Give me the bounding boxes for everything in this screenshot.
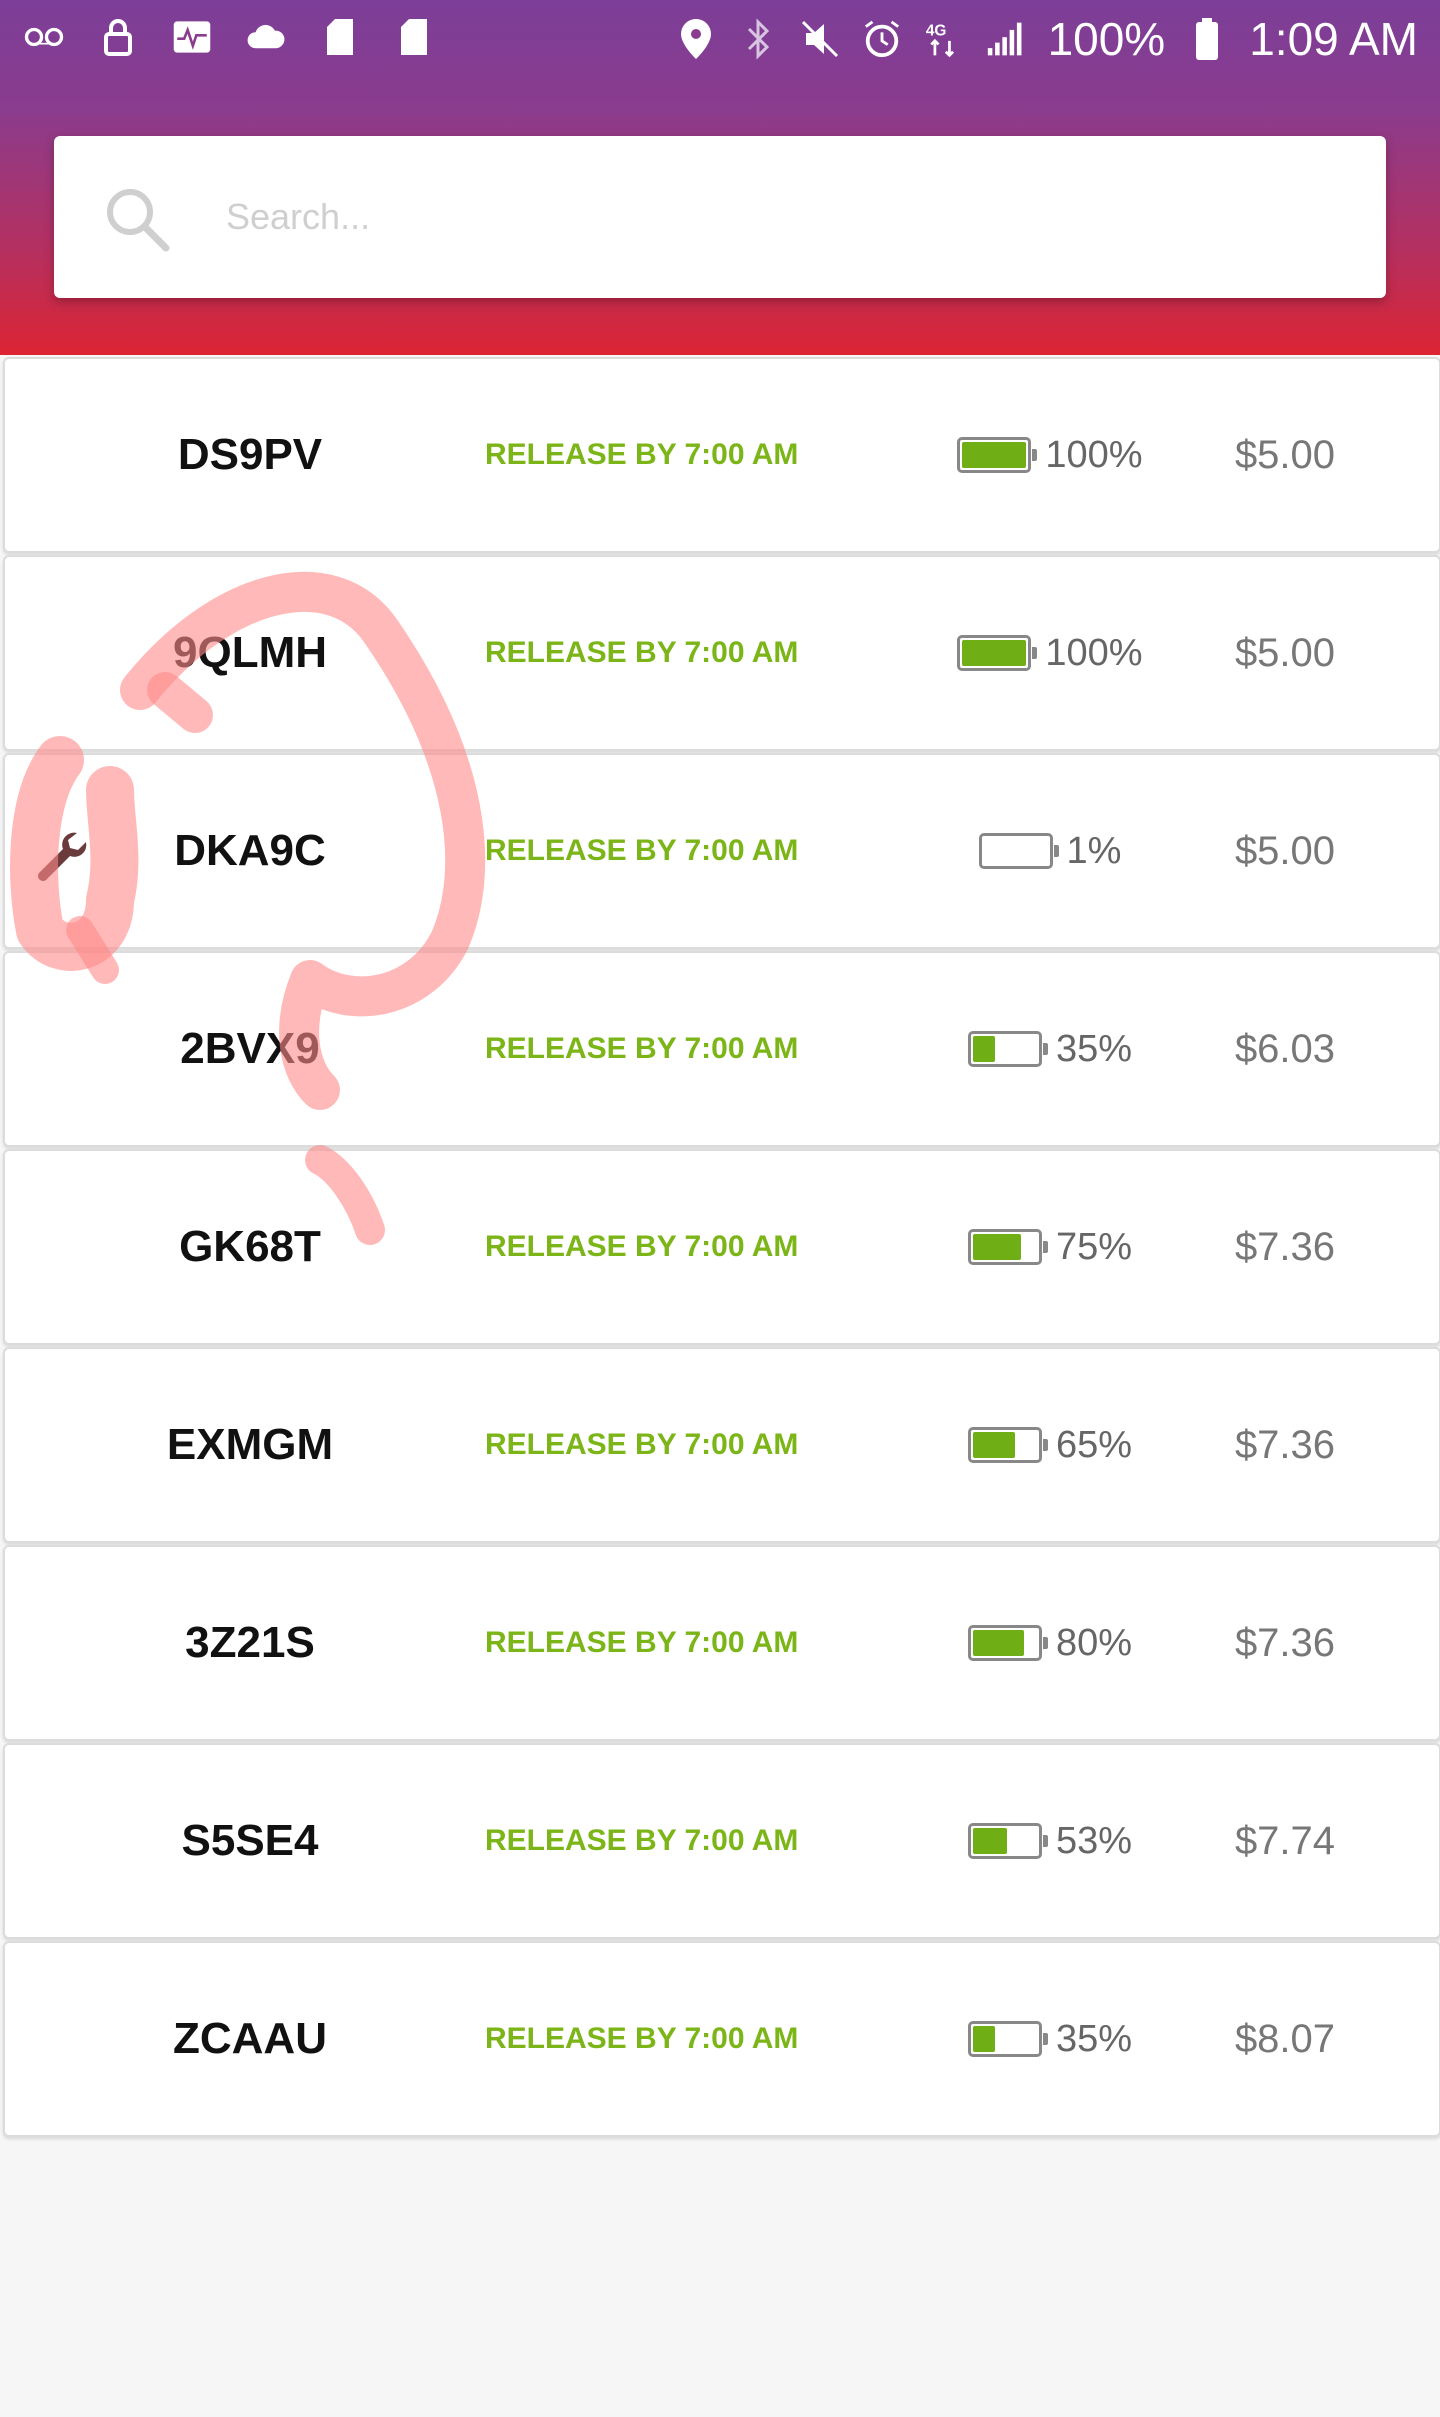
- battery-status: 75%: [885, 1151, 1215, 1343]
- price: $7.36: [1234, 1620, 1336, 1665]
- search-bar[interactable]: [54, 136, 1386, 298]
- svg-text:4G: 4G: [925, 22, 946, 39]
- battery-percent: 35%: [1055, 2017, 1133, 2060]
- battery-fill: [962, 640, 1027, 666]
- reservation-code: DS9PV: [177, 430, 323, 479]
- battery-fill: [972, 2026, 995, 2052]
- bluetooth-icon: [738, 16, 778, 62]
- price: $7.74: [1234, 1818, 1336, 1863]
- reservation-code: 9QLMH: [173, 628, 327, 677]
- mute-icon: [800, 16, 840, 62]
- battery-level-icon: [957, 635, 1038, 671]
- battery-level-icon: [967, 2021, 1048, 2057]
- battery-fill: [962, 442, 1027, 468]
- list-item[interactable]: 2BVX9 RELEASE BY 7:00 AM 35% $6.03: [3, 951, 1440, 1147]
- release-time: RELEASE BY 7:00 AM: [485, 438, 799, 471]
- voicemail-icon: [24, 14, 64, 60]
- battery-fill: [972, 1036, 995, 1062]
- list-item[interactable]: ZCAAU RELEASE BY 7:00 AM 35% $8.07: [3, 1941, 1440, 2137]
- reservation-list: DS9PV RELEASE BY 7:00 AM 100% $5.00 9QLMH REL…: [3, 357, 1440, 2139]
- battery-status: 65%: [885, 1349, 1215, 1541]
- alarm-icon: [862, 16, 902, 62]
- battery-percent: 100%: [1045, 631, 1143, 674]
- reservation-code: DKA9C: [174, 826, 326, 875]
- signal-icon: [986, 16, 1026, 62]
- battery-fill: [972, 1432, 1015, 1458]
- battery-status: 80%: [885, 1547, 1215, 1739]
- status-battery-percent: 100%: [1047, 13, 1166, 65]
- 4g-lte-icon: 4G: [924, 16, 964, 62]
- battery-percent: 80%: [1055, 1621, 1133, 1664]
- price: $5.00: [1234, 432, 1336, 477]
- battery-percent: 1%: [1066, 829, 1122, 872]
- release-time: RELEASE BY 7:00 AM: [485, 636, 799, 669]
- release-time: RELEASE BY 7:00 AM: [485, 1824, 799, 1857]
- reservation-code: 3Z21S: [185, 1618, 315, 1667]
- battery-fill: [972, 1630, 1024, 1656]
- wrench-icon: [33, 827, 89, 883]
- reservation-code: ZCAAU: [173, 2014, 327, 2063]
- list-item[interactable]: EXMGM RELEASE BY 7:00 AM 65% $7.36: [3, 1347, 1440, 1543]
- list-item[interactable]: DS9PV RELEASE BY 7:00 AM 100% $5.00: [3, 357, 1440, 553]
- price: $7.36: [1234, 1422, 1336, 1467]
- search-input[interactable]: [224, 176, 1328, 258]
- battery-fill: [972, 1828, 1007, 1854]
- battery-percent: 75%: [1055, 1225, 1133, 1268]
- reservation-code: EXMGM: [166, 1420, 334, 1469]
- price: $5.00: [1234, 630, 1336, 675]
- battery-status: 100%: [885, 359, 1215, 551]
- battery-level-icon: [978, 833, 1059, 869]
- battery-icon: [1187, 16, 1227, 62]
- release-time: RELEASE BY 7:00 AM: [485, 834, 799, 867]
- price: $7.36: [1234, 1224, 1336, 1269]
- battery-status: 1%: [885, 755, 1215, 947]
- battery-percent: 53%: [1055, 1819, 1133, 1862]
- battery-percent: 35%: [1055, 1027, 1133, 1070]
- battery-status: 100%: [885, 557, 1215, 749]
- battery-level-icon: [967, 1031, 1048, 1067]
- list-item[interactable]: 9QLMH RELEASE BY 7:00 AM 100% $5.00: [3, 555, 1440, 751]
- release-time: RELEASE BY 7:00 AM: [485, 1428, 799, 1461]
- list-item[interactable]: 3Z21S RELEASE BY 7:00 AM 80% $7.36: [3, 1545, 1440, 1741]
- status-bar: 4G 100% 1:09 AM: [0, 0, 1440, 80]
- price: $8.07: [1234, 2016, 1336, 2061]
- battery-percent: 100%: [1045, 433, 1143, 476]
- battery-level-icon: [957, 437, 1038, 473]
- reservation-code: S5SE4: [181, 1816, 319, 1865]
- activity-icon: [172, 14, 212, 60]
- release-time: RELEASE BY 7:00 AM: [485, 1032, 799, 1065]
- search-icon: [102, 184, 172, 254]
- sd-card-icon: [394, 14, 434, 60]
- price: $6.03: [1234, 1026, 1336, 1071]
- list-item[interactable]: DKA9C RELEASE BY 7:00 AM 1% $5.00: [3, 753, 1440, 949]
- battery-level-icon: [967, 1229, 1048, 1265]
- release-time: RELEASE BY 7:00 AM: [485, 2022, 799, 2055]
- list-item[interactable]: GK68T RELEASE BY 7:00 AM 75% $7.36: [3, 1149, 1440, 1345]
- price: $5.00: [1234, 828, 1336, 873]
- battery-level-icon: [967, 1823, 1048, 1859]
- app-header: 4G 100% 1:09 AM: [0, 0, 1440, 355]
- battery-level-icon: [967, 1625, 1048, 1661]
- reservation-code: GK68T: [179, 1222, 321, 1271]
- status-time: 1:09 AM: [1249, 13, 1418, 65]
- list-item[interactable]: S5SE4 RELEASE BY 7:00 AM 53% $7.74: [3, 1743, 1440, 1939]
- battery-status: 35%: [885, 953, 1215, 1145]
- sd-card-icon: [320, 14, 360, 60]
- battery-percent: 65%: [1055, 1423, 1133, 1466]
- battery-fill: [972, 1234, 1021, 1260]
- cloud-icon: [246, 14, 286, 60]
- release-time: RELEASE BY 7:00 AM: [485, 1230, 799, 1263]
- reservation-code: 2BVX9: [180, 1024, 320, 1073]
- location-icon: [676, 16, 716, 62]
- battery-status: 53%: [885, 1745, 1215, 1937]
- lock-icon: [98, 14, 138, 60]
- battery-level-icon: [967, 1427, 1048, 1463]
- release-time: RELEASE BY 7:00 AM: [485, 1626, 799, 1659]
- battery-status: 35%: [885, 1943, 1215, 2135]
